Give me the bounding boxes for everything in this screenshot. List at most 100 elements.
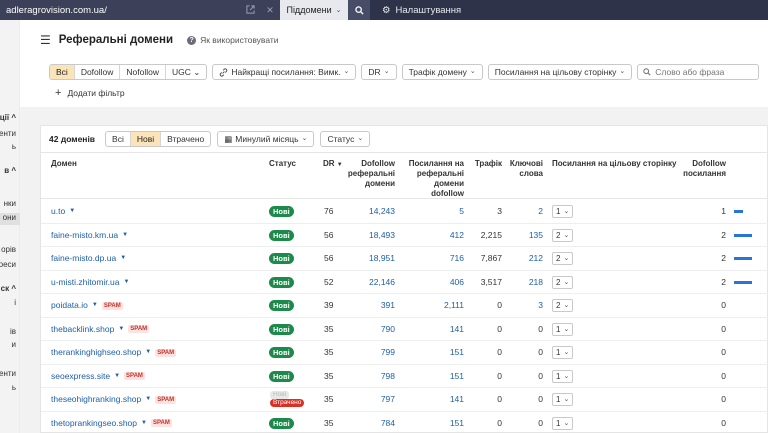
caret-down-icon[interactable]: ▼ xyxy=(118,318,124,342)
links-ref-value[interactable]: 141 xyxy=(403,318,464,342)
dofollow-ref-value[interactable]: 18,493 xyxy=(341,224,395,248)
keywords-value[interactable]: 3 xyxy=(503,294,543,318)
target-select[interactable]: 1 ⌄ xyxy=(552,369,574,383)
segment-dofollow[interactable]: Dofollow xyxy=(75,65,121,79)
col-dofollow-ref[interactable]: Dofollow реферальні домени xyxy=(341,159,395,189)
col-dofollow-links[interactable]: Dofollow посилання xyxy=(681,159,726,179)
sidebar-item[interactable]: орів xyxy=(0,245,20,257)
links-ref-value[interactable]: 151 xyxy=(403,412,464,433)
caret-down-icon[interactable]: ▼ xyxy=(145,388,151,412)
sidebar-item[interactable]: нки xyxy=(0,199,20,211)
menu-icon[interactable]: ☰ xyxy=(40,33,51,47)
traffic-dropdown[interactable]: Трафік домену ⌄ xyxy=(401,64,483,80)
sidebar-item[interactable]: и xyxy=(0,340,20,352)
target-select[interactable]: 2 ⌄ xyxy=(552,252,574,265)
sidebar-item[interactable]: они xyxy=(0,213,20,225)
search-button[interactable] xyxy=(348,0,370,20)
dofollow-ref-value[interactable]: 391 xyxy=(341,294,395,318)
caret-down-icon[interactable]: ▼ xyxy=(114,365,120,389)
col-keywords[interactable]: Ключові слова xyxy=(503,159,543,179)
dofollow-ref-value[interactable]: 790 xyxy=(341,318,395,342)
keywords-value[interactable]: 135 xyxy=(503,224,543,248)
how-to-use-link[interactable]: ? Як використовувати xyxy=(187,35,279,45)
segment-new[interactable]: Нові xyxy=(130,132,162,146)
segment-lost[interactable]: Втрачено xyxy=(161,132,210,146)
best-links-dropdown[interactable]: Найкращі посилання: Вимк. ⌄ xyxy=(212,64,357,80)
target-link-dropdown[interactable]: Посилання на цільову сторінку ⌄ xyxy=(487,64,633,80)
url-field[interactable]: adleragrovision.com.ua/ ✕ xyxy=(0,0,280,20)
links-ref-value[interactable]: 406 xyxy=(403,271,464,295)
sidebar-item[interactable]: реси xyxy=(0,260,20,272)
segment-nofollow[interactable]: Nofollow xyxy=(120,65,167,79)
segment-ugc-dropdown[interactable]: UGC ⌄ xyxy=(166,65,206,79)
caret-down-icon[interactable]: ▼ xyxy=(141,412,147,433)
dofollow-ref-value[interactable]: 18,951 xyxy=(341,247,395,271)
sidebar-item[interactable]: ь xyxy=(0,383,20,395)
target-select[interactable]: 2 ⌄ xyxy=(552,275,574,289)
domain-link[interactable]: therankinghighseo.shop xyxy=(51,341,141,365)
keyword-search-input[interactable] xyxy=(655,67,756,77)
status-dropdown[interactable]: Статус ⌄ xyxy=(320,131,371,147)
target-select[interactable]: 2 ⌄ xyxy=(552,228,574,242)
dofollow-ref-value[interactable]: 798 xyxy=(341,365,395,389)
sidebar-item[interactable]: ів xyxy=(0,327,20,339)
keywords-value[interactable]: 218 xyxy=(503,271,543,295)
sidebar-item[interactable]: енти xyxy=(0,129,20,141)
caret-down-icon[interactable]: ▼ xyxy=(92,294,98,318)
links-ref-value[interactable]: 2,111 xyxy=(403,294,464,318)
period-dropdown[interactable]: ▦ Минулий місяць ⌄ xyxy=(217,131,315,147)
links-ref-value[interactable]: 5 xyxy=(403,200,464,224)
open-link-icon[interactable] xyxy=(240,4,260,16)
caret-down-icon[interactable]: ▼ xyxy=(120,247,126,271)
dofollow-ref-value[interactable]: 14,243 xyxy=(341,200,395,224)
col-traffic[interactable]: Трафік xyxy=(466,159,502,169)
target-select[interactable]: 2 ⌄ xyxy=(552,299,574,312)
target-select[interactable]: 1 ⌄ xyxy=(552,322,574,336)
caret-down-icon[interactable]: ▼ xyxy=(69,200,75,224)
sidebar-item[interactable]: ь xyxy=(0,142,20,154)
add-filter-button[interactable]: + Додати фільтр xyxy=(55,87,125,99)
domain-link[interactable]: thetoprankingseo.shop xyxy=(51,412,137,433)
links-ref-value[interactable]: 412 xyxy=(403,224,464,248)
segment-all[interactable]: Всі xyxy=(50,65,75,79)
target-select[interactable]: 1 ⌄ xyxy=(552,346,574,359)
sidebar-item[interactable]: в ^ xyxy=(0,166,20,178)
domain-link[interactable]: theseohighranking.shop xyxy=(51,388,141,412)
dofollow-ref-value[interactable]: 797 xyxy=(341,388,395,412)
segment-all[interactable]: Всі xyxy=(106,132,131,146)
domain-link[interactable]: u-misti.zhitomir.ua xyxy=(51,271,120,295)
subdomains-dropdown[interactable]: Піддомени ⌄ xyxy=(280,0,348,20)
caret-down-icon[interactable]: ▼ xyxy=(145,341,151,365)
links-ref-value[interactable]: 151 xyxy=(403,341,464,365)
target-select[interactable]: 1 ⌄ xyxy=(552,393,574,406)
col-status[interactable]: Статус xyxy=(269,159,296,169)
dofollow-ref-value[interactable]: 799 xyxy=(341,341,395,365)
dofollow-ref-value[interactable]: 22,146 xyxy=(341,271,395,295)
sidebar-item[interactable]: і xyxy=(0,298,20,310)
domain-link[interactable]: seoexpress.site xyxy=(51,365,110,389)
domain-link[interactable]: faine-misto.dp.ua xyxy=(51,247,116,271)
links-ref-value[interactable]: 141 xyxy=(403,388,464,412)
caret-down-icon[interactable]: ▼ xyxy=(122,224,128,248)
sidebar-item[interactable]: енти xyxy=(0,369,20,381)
col-target[interactable]: Посилання на цільову сторінку xyxy=(552,159,676,169)
domain-link[interactable]: poidata.io xyxy=(51,294,88,318)
domain-link[interactable]: u.to xyxy=(51,200,65,224)
col-links-ref[interactable]: Посилання на реферальні домени dofollow xyxy=(403,159,464,199)
keywords-value[interactable]: 2 xyxy=(503,200,543,224)
target-select[interactable]: 1 ⌄ xyxy=(552,205,574,218)
links-ref-value[interactable]: 151 xyxy=(403,365,464,389)
caret-down-icon[interactable]: ▼ xyxy=(124,271,130,295)
settings-button[interactable]: ⚙ Налаштування xyxy=(382,5,461,16)
keywords-value[interactable]: 212 xyxy=(503,247,543,271)
col-domain[interactable]: Домен xyxy=(51,159,77,169)
links-ref-value[interactable]: 716 xyxy=(403,247,464,271)
target-select[interactable]: 1 ⌄ xyxy=(552,416,574,430)
keyword-search-field[interactable] xyxy=(637,64,760,80)
dofollow-ref-value[interactable]: 784 xyxy=(341,412,395,433)
col-dr[interactable]: DR ▼ xyxy=(323,159,343,170)
dr-dropdown[interactable]: DR ⌄ xyxy=(361,64,397,80)
sidebar-item[interactable]: ції ^ xyxy=(0,113,20,125)
domain-link[interactable]: thebacklink.shop xyxy=(51,318,114,342)
clear-icon[interactable]: ✕ xyxy=(260,5,280,16)
